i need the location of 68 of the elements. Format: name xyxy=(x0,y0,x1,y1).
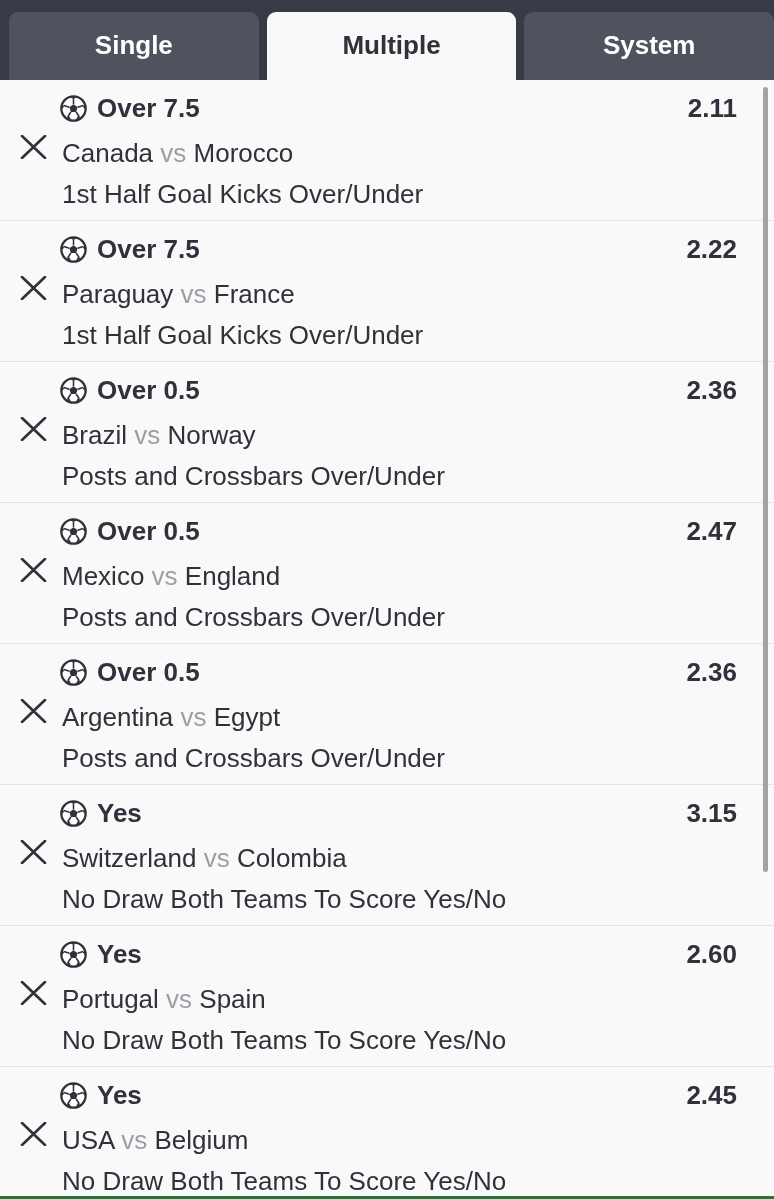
versus-label: vs xyxy=(180,702,207,732)
soccer-ball-icon xyxy=(60,658,87,686)
bet-selection: Over 7.5 xyxy=(97,92,200,124)
versus-label: vs xyxy=(121,1125,148,1155)
bet-selection: Over 0.5 xyxy=(97,656,200,688)
home-team: Portugal xyxy=(62,984,159,1014)
market-name: Posts and Crossbars Over/Under xyxy=(62,461,445,491)
odds-value: 2.22 xyxy=(686,233,737,265)
soccer-ball-icon xyxy=(60,1081,87,1109)
market-name: No Draw Both Teams To Score Yes/No xyxy=(62,1166,507,1196)
close-icon[interactable] xyxy=(20,275,47,300)
bet-selection: Yes xyxy=(97,938,142,970)
odds-value: 3.15 xyxy=(686,797,737,829)
scrollbar-thumb[interactable] xyxy=(763,87,768,872)
market-name: 1st Half Goal Kicks Over/Under xyxy=(62,320,424,350)
home-team: Brazil xyxy=(62,420,127,450)
versus-label: vs xyxy=(151,561,178,591)
market-name: Posts and Crossbars Over/Under xyxy=(62,602,445,632)
bet-selection: Over 7.5 xyxy=(97,233,200,265)
away-team: France xyxy=(213,279,295,309)
odds-value: 2.36 xyxy=(686,656,737,688)
versus-label: vs xyxy=(160,138,187,168)
market-name: 1st Half Goal Kicks Over/Under xyxy=(62,179,424,209)
home-team: Argentina xyxy=(62,702,174,732)
close-icon[interactable] xyxy=(20,980,47,1005)
away-team: Morocco xyxy=(193,138,294,168)
versus-label: vs xyxy=(203,843,230,873)
odds-value: 2.45 xyxy=(686,1079,737,1111)
close-icon[interactable] xyxy=(20,416,47,441)
close-icon[interactable] xyxy=(20,698,47,723)
versus-label: vs xyxy=(166,984,193,1014)
bet-selection: Yes xyxy=(97,797,142,829)
market-name: No Draw Both Teams To Score Yes/No xyxy=(62,1025,507,1055)
bet-type-tab[interactable]: Single xyxy=(9,12,259,80)
away-team: Spain xyxy=(199,984,266,1014)
market-name: Posts and Crossbars Over/Under xyxy=(62,743,445,773)
soccer-ball-icon xyxy=(60,376,87,404)
close-icon[interactable] xyxy=(20,134,47,159)
home-team: Canada xyxy=(62,138,154,168)
market-name: No Draw Both Teams To Score Yes/No xyxy=(62,884,507,914)
versus-label: vs xyxy=(134,420,161,450)
bet-selection: Over 0.5 xyxy=(97,515,200,547)
bet-type-tab[interactable]: Multiple xyxy=(266,12,517,80)
soccer-ball-icon xyxy=(60,94,87,122)
away-team: Egypt xyxy=(213,702,281,732)
close-icon[interactable] xyxy=(20,557,47,582)
bet-selection: Yes xyxy=(97,1079,142,1111)
home-team: Switzerland xyxy=(62,843,197,873)
bet-type-tab[interactable]: System xyxy=(524,12,774,80)
away-team: Colombia xyxy=(236,843,347,873)
odds-value: 2.47 xyxy=(686,515,737,547)
home-team: Paraguay xyxy=(62,279,174,309)
close-icon[interactable] xyxy=(20,839,47,864)
soccer-ball-icon xyxy=(60,940,87,968)
odds-value: 2.60 xyxy=(686,938,737,970)
soccer-ball-icon xyxy=(60,799,87,827)
home-team: Mexico xyxy=(62,561,145,591)
odds-value: 2.36 xyxy=(686,374,737,406)
away-team: Norway xyxy=(167,420,256,450)
home-team: USA xyxy=(62,1125,115,1155)
away-team: Belgium xyxy=(154,1125,249,1155)
close-icon[interactable] xyxy=(20,1121,47,1146)
soccer-ball-icon xyxy=(60,235,87,263)
odds-value: 2.11 xyxy=(687,92,737,124)
versus-label: vs xyxy=(180,279,207,309)
bet-selection: Over 0.5 xyxy=(97,374,200,406)
away-team: England xyxy=(184,561,281,591)
soccer-ball-icon xyxy=(60,517,87,545)
